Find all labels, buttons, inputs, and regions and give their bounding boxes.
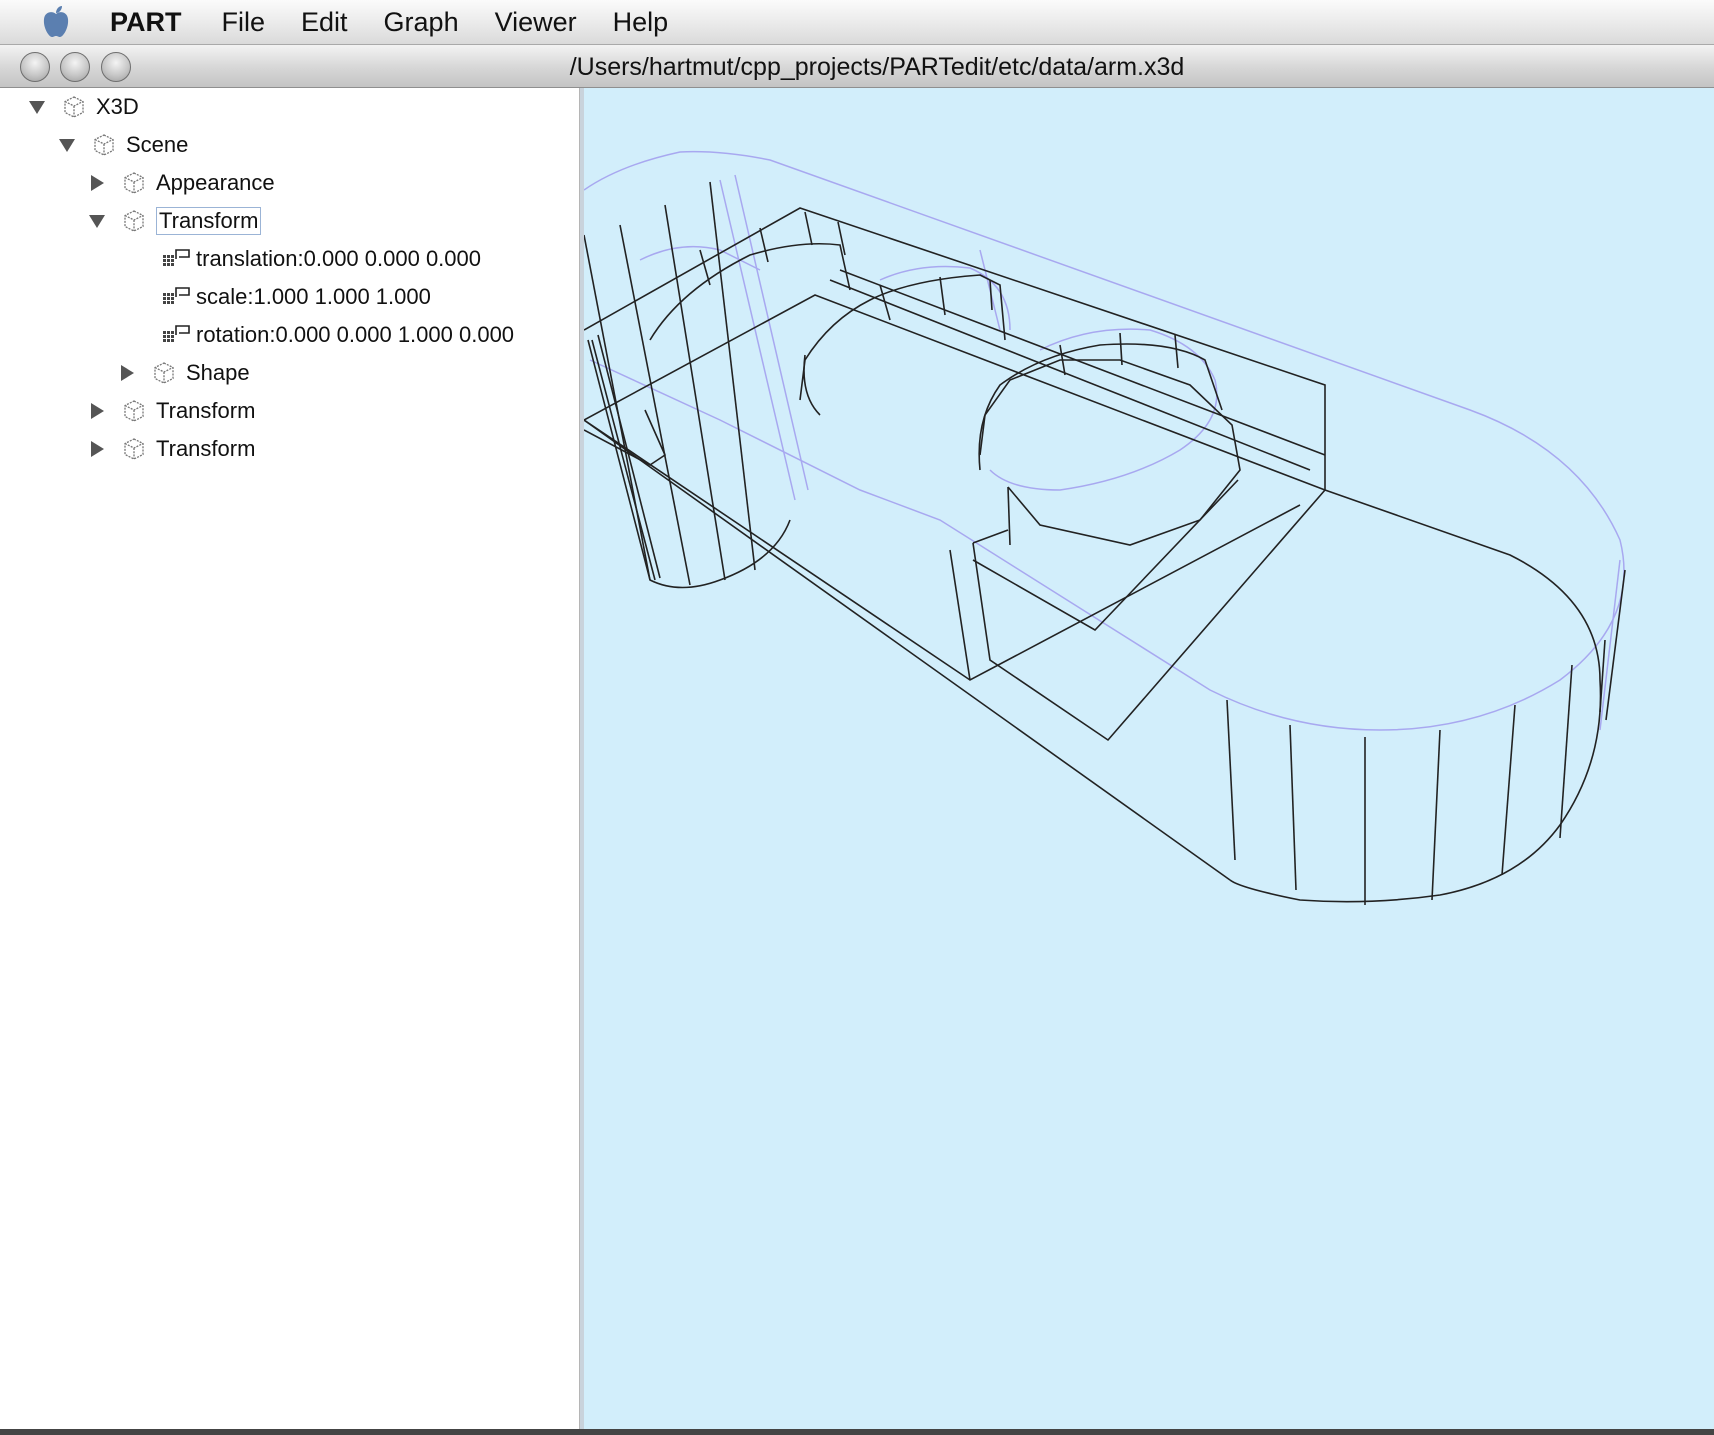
model-edges	[584, 181, 1626, 905]
menu-viewer[interactable]: Viewer	[495, 0, 577, 44]
node-cube-icon	[120, 207, 148, 235]
dock-edge	[0, 1429, 1714, 1435]
tree-node-transform-2[interactable]: Transform	[86, 394, 255, 428]
tree-field-scale[interactable]: scale:1.000 1.000 1.000	[162, 280, 431, 314]
expanded-triangle-icon[interactable]	[86, 210, 108, 232]
menu-graph[interactable]: Graph	[384, 0, 459, 44]
tree-node-transform-selected[interactable]: Transform	[86, 204, 262, 238]
collapsed-triangle-icon[interactable]	[86, 172, 108, 194]
scene-graph-tree[interactable]: X3D Scene Appearance Transform translati…	[0, 88, 580, 1435]
tree-field-rotation[interactable]: rotation:0.000 0.000 1.000 0.000	[162, 318, 514, 352]
menu-bar: PART File Edit Graph Viewer Help	[0, 0, 1714, 45]
tree-node-label: Transform	[156, 436, 256, 461]
node-cube-icon	[90, 131, 118, 159]
3d-viewport[interactable]	[580, 88, 1714, 1435]
node-cube-icon	[60, 93, 88, 121]
collapsed-triangle-icon[interactable]	[86, 400, 108, 422]
tree-field-label: translation:0.000 0.000 0.000	[196, 246, 482, 271]
tree-node-label: Shape	[186, 360, 250, 385]
tree-node-label: Scene	[126, 132, 189, 157]
apple-menu-icon[interactable]	[36, 2, 76, 42]
expanded-triangle-icon[interactable]	[56, 134, 78, 156]
collapsed-triangle-icon[interactable]	[86, 438, 108, 460]
collapsed-triangle-icon[interactable]	[116, 362, 138, 384]
tree-node-scene[interactable]: Scene	[56, 128, 188, 162]
tree-node-label: Transform	[156, 207, 262, 235]
document-window: /Users/hartmut/cpp_projects/PARTedit/etc…	[0, 44, 1714, 1435]
node-cube-icon	[120, 435, 148, 463]
tree-field-label: rotation:0.000 0.000 1.000 0.000	[196, 322, 515, 347]
menu-file[interactable]: File	[222, 0, 266, 44]
tree-node-x3d[interactable]: X3D	[26, 90, 139, 124]
tree-field-label: scale:1.000 1.000 1.000	[196, 284, 431, 309]
window-title: /Users/hartmut/cpp_projects/PARTedit/etc…	[569, 53, 1185, 81]
tree-node-label: Transform	[156, 398, 256, 423]
node-cube-icon	[150, 359, 178, 387]
node-cube-icon	[120, 397, 148, 425]
tree-node-shape[interactable]: Shape	[116, 356, 250, 390]
window-titlebar[interactable]: /Users/hartmut/cpp_projects/PARTedit/etc…	[0, 44, 1714, 88]
tree-node-label: X3D	[96, 94, 139, 119]
tree-node-appearance[interactable]: Appearance	[86, 166, 275, 200]
tree-field-translation[interactable]: translation:0.000 0.000 0.000	[162, 242, 481, 276]
node-cube-icon	[120, 169, 148, 197]
expanded-triangle-icon[interactable]	[26, 96, 48, 118]
field-icon	[162, 246, 192, 272]
tree-node-label: Appearance	[156, 170, 275, 195]
menu-help[interactable]: Help	[613, 0, 669, 44]
field-icon	[162, 284, 192, 310]
wireframe-model	[584, 150, 1626, 905]
menu-edit[interactable]: Edit	[301, 0, 348, 44]
tree-node-transform-3[interactable]: Transform	[86, 432, 255, 466]
field-icon	[162, 322, 192, 348]
menu-app-name[interactable]: PART	[110, 0, 182, 44]
